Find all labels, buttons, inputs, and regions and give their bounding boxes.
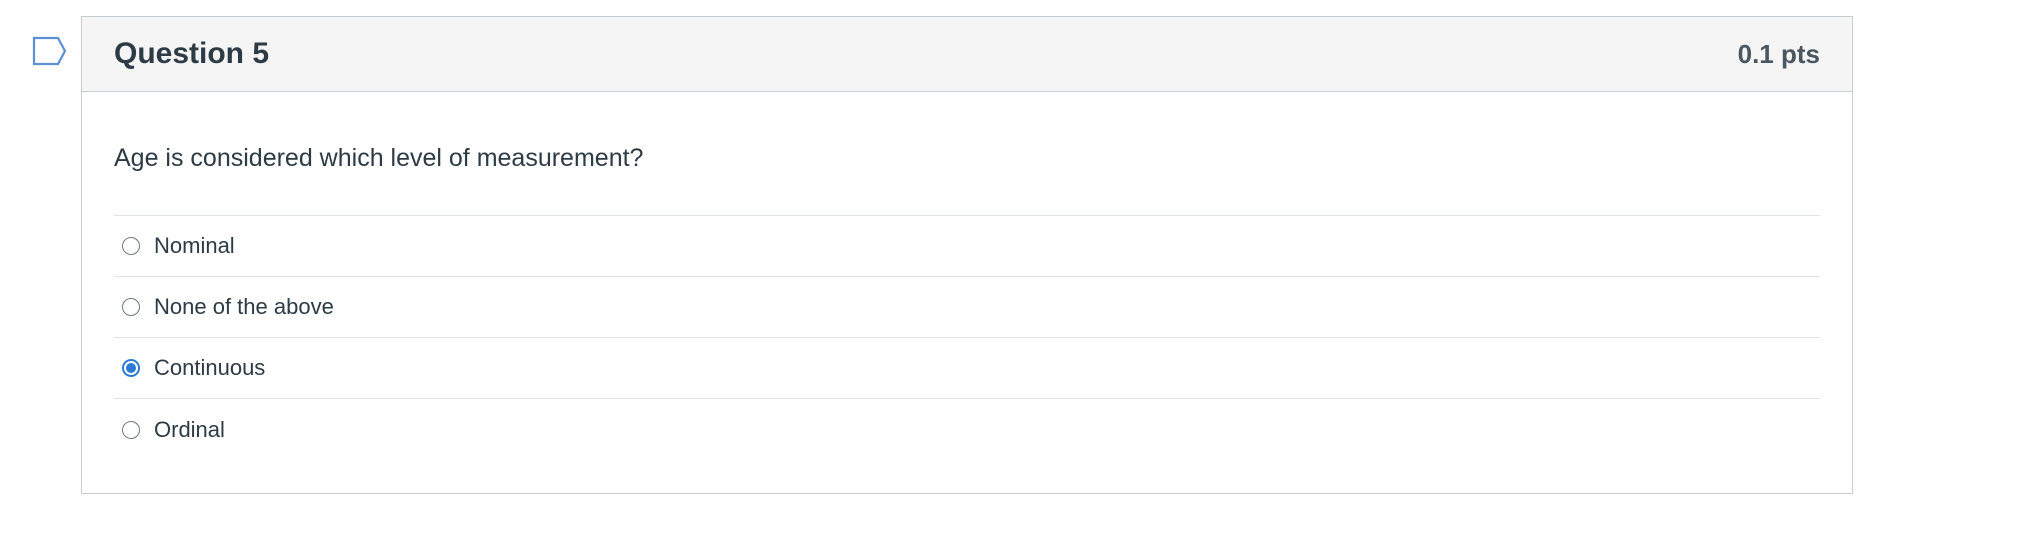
answer-option[interactable]: Nominal <box>114 216 1820 277</box>
answer-radio[interactable] <box>122 237 140 255</box>
answer-radio[interactable] <box>122 359 140 377</box>
answer-label: Ordinal <box>154 416 225 442</box>
answer-option[interactable]: Ordinal <box>114 399 1820 460</box>
answer-list: Nominal None of the above Continuous Ord… <box>114 215 1820 460</box>
answer-option[interactable]: None of the above <box>114 277 1820 338</box>
answer-option[interactable]: Continuous <box>114 338 1820 399</box>
question-body: Age is considered which level of measure… <box>82 144 1852 460</box>
question-text: Age is considered which level of measure… <box>114 144 644 172</box>
answer-label: Nominal <box>154 233 235 258</box>
question-card: Question 5 0.1 pts Age is considered whi… <box>81 16 1853 494</box>
answer-label: Continuous <box>154 355 266 380</box>
answer-label: None of the above <box>154 294 334 319</box>
flag-question-icon[interactable] <box>32 36 68 66</box>
question-points: 0.1 pts <box>1737 38 1820 69</box>
question-title: Question 5 <box>114 37 270 70</box>
answer-radio[interactable] <box>122 420 140 439</box>
answer-radio[interactable] <box>122 298 140 316</box>
quiz-page: Question 5 0.1 pts Age is considered whi… <box>0 0 2036 540</box>
question-header: Question 5 0.1 pts <box>82 17 1852 92</box>
